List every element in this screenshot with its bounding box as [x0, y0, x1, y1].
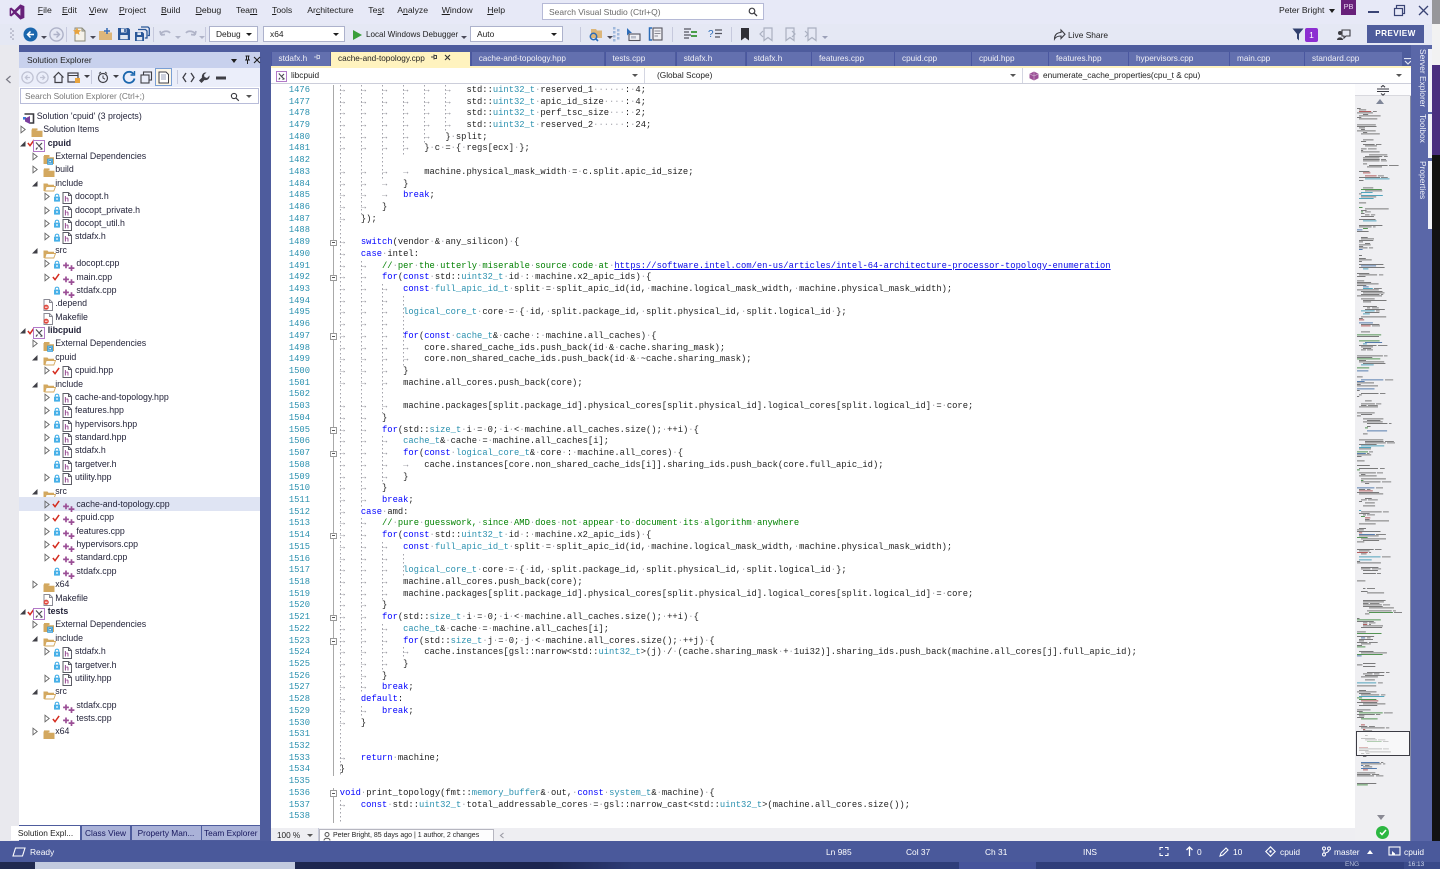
- svg-text:?: ?: [708, 29, 714, 40]
